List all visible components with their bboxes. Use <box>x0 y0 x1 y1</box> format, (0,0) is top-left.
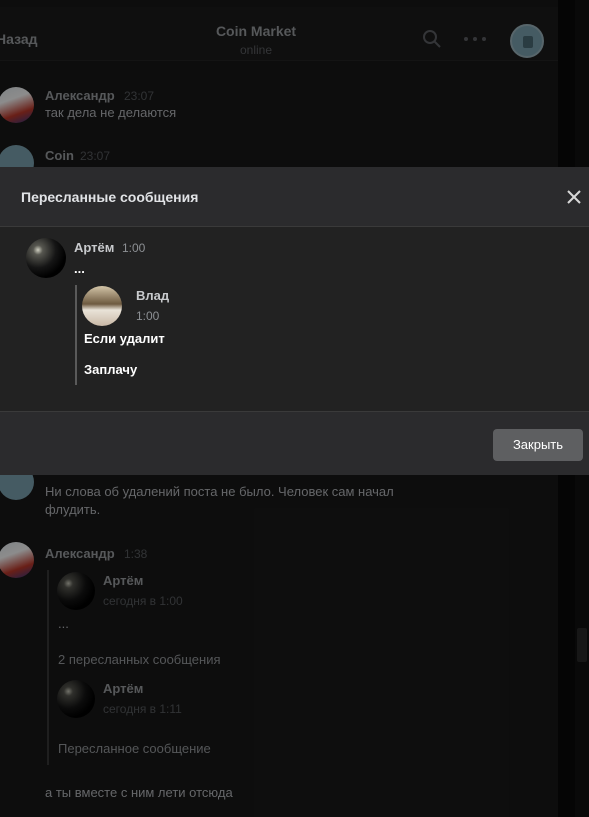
sender-time: 1:00 <box>122 241 146 255</box>
nested-time: 1:00 <box>136 309 160 323</box>
sender-text: ... <box>74 261 85 276</box>
nested-text-line: Заплачу <box>84 362 138 377</box>
nested-author[interactable]: Влад <box>136 288 169 303</box>
avatar[interactable] <box>82 286 122 326</box>
modal-header: Пересланные сообщения <box>0 167 589 227</box>
close-button[interactable]: Закрыть <box>493 429 583 461</box>
sender-name[interactable]: Артём <box>74 240 114 255</box>
nested-forward-line <box>75 285 77 385</box>
avatar[interactable] <box>26 238 66 278</box>
modal-body: Артём 1:00 ... Влад 1:00 Если удалит Зап… <box>0 228 589 411</box>
modal-footer: Закрыть <box>0 411 589 475</box>
forwarded-messages-modal: Пересланные сообщения Артём 1:00 ... Вла… <box>0 167 589 475</box>
nested-text-line: Если удалит <box>84 331 165 346</box>
modal-title: Пересланные сообщения <box>21 189 199 205</box>
close-icon[interactable] <box>564 187 584 207</box>
